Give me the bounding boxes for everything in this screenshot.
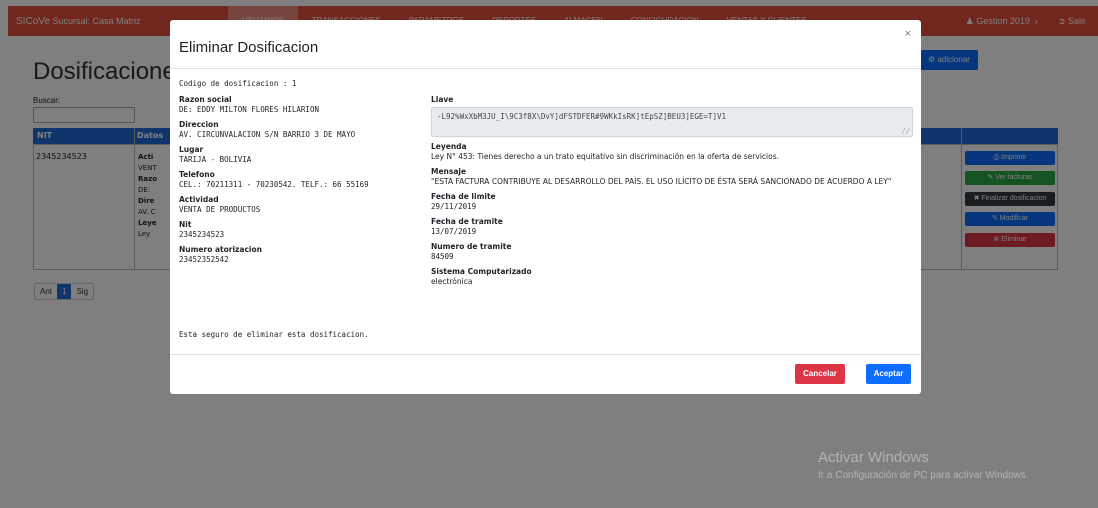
field-lugar: Lugar TARIJA - BOLIVIA	[179, 145, 419, 165]
field-label: Nit	[179, 220, 192, 229]
llave-textarea[interactable]: -L92%WxXbM3JU_I\9C3f8X\DvY]dFSTDFER#9WKk…	[431, 107, 913, 137]
field-leyenda: Leyenda Ley N° 453: Tienes derecho a un …	[431, 142, 913, 162]
llave-value: -L92%WxXbM3JU_I\9C3f8X\DvY]dFSTDFER#9WKk…	[437, 112, 726, 121]
delete-dosificacion-modal: Eliminar Dosificacion × Codigo de dosifi…	[170, 20, 921, 394]
field-numero-tramite: Numero de tramite 84509	[431, 242, 913, 262]
field-label: Numero atorizacion	[179, 245, 262, 254]
field-value: VENTA DE PRODUCTOS	[179, 205, 261, 214]
field-value: AV. CIRCUNVALACION S/N BARRIO 3 DE MAYO	[179, 130, 356, 139]
field-value: CEL.: 70211311 - 70230542. TELF.: 66 551…	[179, 180, 369, 189]
field-label: Razon social	[179, 95, 232, 104]
field-label: Llave	[431, 95, 454, 104]
field-label: Actividad	[179, 195, 219, 204]
field-fecha-tramite: Fecha de tramite 13/07/2019	[431, 217, 913, 237]
field-value: TARIJA - BOLIVIA	[179, 155, 252, 164]
field-sistema-computarizado: Sistema Computarizado electrónica	[431, 267, 913, 287]
modal-left-column: Razon social DE: EDDY MILTON FLORES HILA…	[179, 95, 419, 270]
field-numero-autorizacion: Numero atorizacion 23452352542	[179, 245, 419, 265]
field-label: Sistema Computarizado	[431, 267, 532, 276]
field-actividad: Actividad VENTA DE PRODUCTOS	[179, 195, 419, 215]
cancel-button[interactable]: Cancelar	[795, 364, 845, 384]
field-value: 23452352542	[179, 255, 229, 264]
field-value: electrónica	[431, 277, 473, 286]
field-nit: Nit 2345234523	[179, 220, 419, 240]
field-label: Direccion	[179, 120, 219, 129]
modal-right-column: Llave -L92%WxXbM3JU_I\9C3f8X\DvY]dFSTDFE…	[431, 95, 913, 292]
field-direccion: Direccion AV. CIRCUNVALACION S/N BARRIO …	[179, 120, 419, 140]
field-label: Mensaje	[431, 167, 467, 176]
field-razon-social: Razon social DE: EDDY MILTON FLORES HILA…	[179, 95, 419, 115]
accept-button[interactable]: Aceptar	[866, 364, 911, 384]
field-value: 2345234523	[179, 230, 225, 239]
modal-header-divider	[170, 68, 921, 69]
windows-activation-watermark: Activar Windows Ir a Configuración de PC…	[818, 449, 1029, 481]
field-value: "ESTA FACTURA CONTRIBUYE AL DESARROLLO D…	[431, 177, 892, 186]
field-telefono: Telefono CEL.: 70211311 - 70230542. TELF…	[179, 170, 419, 190]
field-value: 13/07/2019	[431, 227, 477, 236]
field-label: Fecha de tramite	[431, 217, 503, 226]
resize-handle-icon[interactable]: ∕∕	[902, 127, 910, 135]
watermark-title: Activar Windows	[818, 449, 929, 466]
field-label: Numero de tramite	[431, 242, 512, 251]
field-value: 29/11/2019	[431, 202, 477, 211]
field-value: 84509	[431, 252, 454, 261]
dosificacion-code: Codigo de dosificacion : 1	[179, 79, 297, 88]
field-llave: Llave -L92%WxXbM3JU_I\9C3f8X\DvY]dFSTDFE…	[431, 95, 913, 137]
field-mensaje: Mensaje "ESTA FACTURA CONTRIBUYE AL DESA…	[431, 167, 913, 187]
field-value: Ley N° 453: Tienes derecho a un trato eq…	[431, 152, 779, 161]
field-label: Telefono	[179, 170, 215, 179]
close-icon[interactable]: ×	[905, 28, 911, 40]
field-label: Leyenda	[431, 142, 467, 151]
field-value: DE: EDDY MILTON FLORES HILARION	[179, 105, 319, 114]
modal-footer-divider	[170, 354, 921, 355]
watermark-subtitle: Ir a Configuración de PC para activar Wi…	[818, 470, 1029, 481]
confirm-message: Esta seguro de eliminar esta dosificacio…	[179, 330, 369, 339]
modal-title: Eliminar Dosificacion	[179, 39, 319, 56]
field-fecha-limite: Fecha de limite 29/11/2019	[431, 192, 913, 212]
field-label: Fecha de limite	[431, 192, 496, 201]
field-label: Lugar	[179, 145, 204, 154]
